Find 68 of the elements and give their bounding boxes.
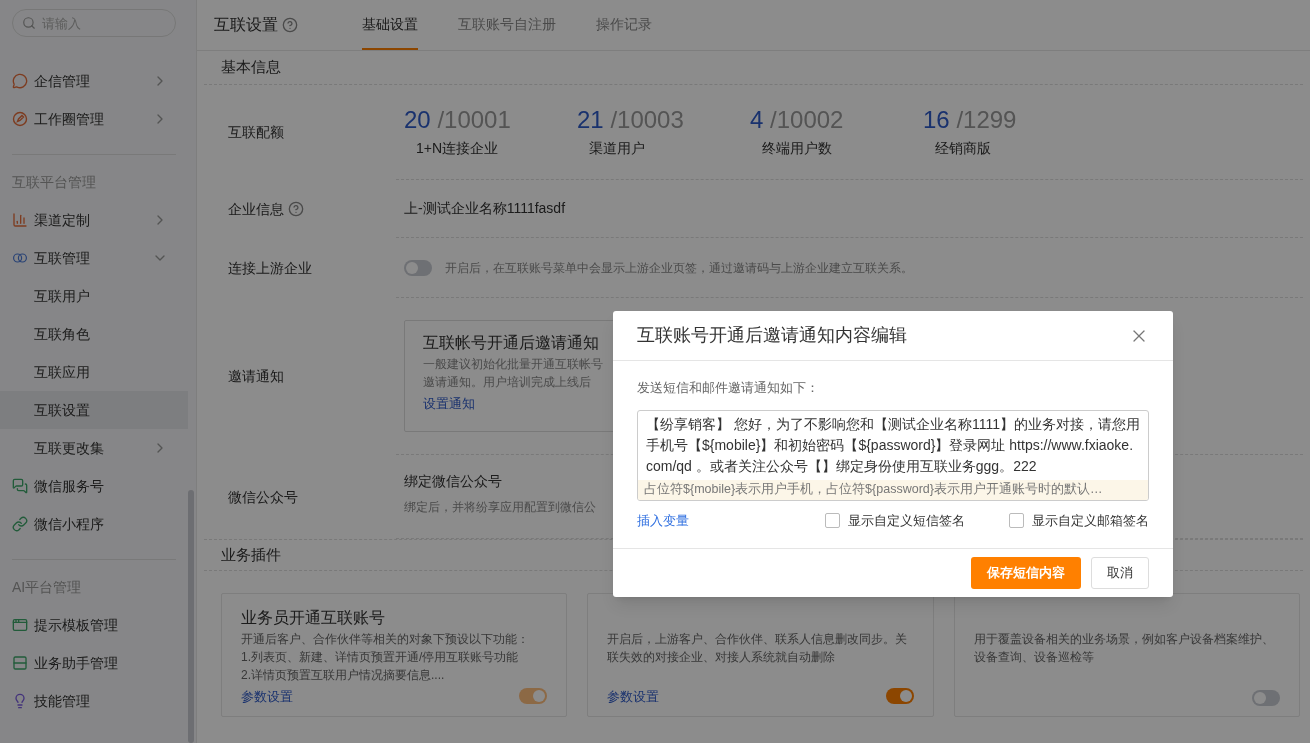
section-heading: 基本信息 <box>221 57 281 78</box>
link-icon <box>12 516 28 532</box>
quota-caption: 渠道用户 <box>588 139 645 158</box>
company-name: 上-测试企业名称1111fasdf <box>403 199 566 218</box>
help-icon[interactable] <box>282 17 298 33</box>
quota-figure: 20 /10001 <box>404 105 511 135</box>
message-field[interactable]: 【纷享销客】 您好，为了不影响您和【测试企业名称1111】的业务对接，请您用手机号【${mobile}】和初始密码【${password}】登录网址 https://www.fxiaoke.com/qd 。或者关注公众号【】绑定身份使用互联业务ggg。222 占位符${mobile}表示用户手机，占位符${password}表示用户开通账号时的默认… <box>637 409 1149 501</box>
lightbulb-icon <box>12 693 28 709</box>
card-title: 业务员开通互联账号 <box>241 609 385 626</box>
rings-icon <box>12 250 28 266</box>
tab[interactable]: 互联账号自注册 <box>458 0 556 50</box>
wechat-title: 绑定微信公众号 <box>404 472 503 491</box>
sidebar-subitem[interactable]: 互联设置 <box>0 391 188 429</box>
chat-bubble-icon <box>12 73 28 89</box>
sidebar-item[interactable]: 渠道定制 <box>12 201 176 239</box>
bar-chart-icon <box>12 212 28 228</box>
card-description: 用于覆盖设备相关的业务场景，例如客户设备档案维护、设备查询、设备巡检等 <box>973 631 1275 666</box>
toggle-switch[interactable] <box>404 259 432 276</box>
checkbox-label: 显示自定义邮箱签名 <box>1032 511 1149 530</box>
quota-caption: 1+N连接企业 <box>415 139 499 158</box>
field-label: 企业信息 <box>228 199 284 219</box>
settings-link[interactable]: 参数设置 <box>607 686 660 706</box>
search-icon <box>22 16 36 30</box>
page-title: 互联设置 <box>214 15 278 35</box>
card-title: 互联帐号开通后邀请通知 <box>423 333 599 353</box>
checkbox[interactable] <box>1009 513 1024 528</box>
field-label: 邀请通知 <box>228 367 284 386</box>
window-icon <box>12 617 28 633</box>
card-description: 开启后，上游客户、合作伙伴、联系人信息删改同步。关联失效的对接企业、对接人系统就自动删除 <box>607 631 909 666</box>
tab[interactable]: 基础设置 <box>362 0 418 50</box>
sidebar-item[interactable]: 业务助手管理 <box>12 644 176 682</box>
dialog-title: 互联账号开通后邀请通知内容编辑 <box>637 324 907 347</box>
checkbox-label: 显示自定义短信签名 <box>848 511 965 530</box>
quota-caption: 终端用户数 <box>761 139 832 158</box>
field-label: 互联配额 <box>228 123 284 142</box>
dialog-intro: 发送短信和邮件邀请通知如下： <box>637 379 820 397</box>
tab[interactable]: 操作记录 <box>596 0 652 50</box>
sidebar-item[interactable]: 微信服务号 <box>12 467 176 505</box>
quota-figure: 4 /10002 <box>750 105 844 135</box>
sidebar-subitem[interactable]: 互联应用 <box>0 353 188 391</box>
help-icon[interactable] <box>288 201 304 217</box>
sidebar-item[interactable]: 提示模板管理 <box>12 606 176 644</box>
sidebar-item[interactable]: 工作圈管理 <box>12 100 176 138</box>
quota-figure: 16 /1299 <box>923 105 1017 135</box>
chat-bubbles-icon <box>12 478 28 494</box>
sidebar-item[interactable]: 互联管理 <box>12 239 176 277</box>
field-label: 连接上游企业 <box>228 258 312 278</box>
card-description: 开通后客户、合作伙伴等相关的对象下预设以下功能： 1.列表页、新建、详情页预置开通/停用互联账号功能 2.详情页预置互联用户情况摘要信息.... <box>241 631 530 684</box>
field-label: 微信公众号 <box>228 487 298 507</box>
checkbox[interactable] <box>825 513 840 528</box>
sidebar-item[interactable]: 企信管理 <box>12 62 176 100</box>
sidebar-item[interactable]: 技能管理 <box>12 682 176 720</box>
placeholder-tip: 占位符${mobile}表示用户手机，占位符${password}表示用户开通账号时的默认… <box>638 479 1148 500</box>
section-heading: 业务插件 <box>221 544 281 565</box>
toggle-switch[interactable] <box>885 688 914 705</box>
insert-variable-link[interactable]: 插入变量 <box>637 510 781 531</box>
scrollbar-thumb[interactable] <box>188 490 194 743</box>
sidebar-subitem[interactable]: 互联用户 <box>0 277 188 315</box>
pencil-circle-icon <box>12 111 28 127</box>
sidebar-subitem[interactable]: 互联角色 <box>0 315 188 353</box>
cancel-button[interactable]: 取消 <box>1091 556 1149 589</box>
toggle-switch[interactable] <box>1252 690 1280 706</box>
sidebar-item[interactable]: 微信小程序 <box>12 505 176 543</box>
quota-figure: 21 /10003 <box>577 105 684 135</box>
quota-caption: 经销商版 <box>934 139 991 158</box>
sidebar-subitem[interactable]: 互联更改集 <box>0 429 188 467</box>
save-button[interactable]: 保存短信内容 <box>971 556 1081 589</box>
rows-icon <box>12 655 28 671</box>
